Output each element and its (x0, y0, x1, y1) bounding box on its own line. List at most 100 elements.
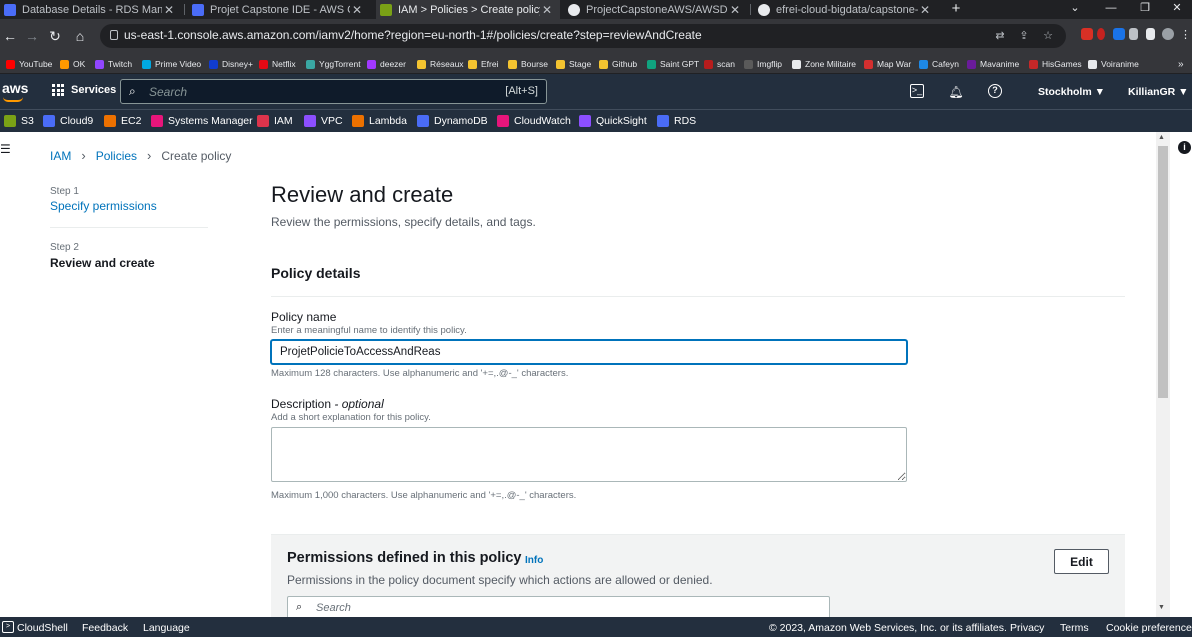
browser-tab[interactable]: Projet Capstone IDE - AWS Clou ✕ (188, 0, 370, 19)
browser-tab[interactable]: efrei-cloud-bigdata/capstone-pr ✕ (754, 0, 938, 19)
step1-link[interactable]: Specify permissions (50, 199, 157, 213)
bookmark-item[interactable]: scan (704, 57, 735, 71)
extensions-puzzle-icon[interactable] (1129, 28, 1138, 40)
more-bookmarks-icon[interactable]: » (1178, 57, 1184, 71)
bookmark-folder[interactable]: Github (599, 57, 637, 71)
share-icon[interactable]: ⇪ (1016, 28, 1032, 44)
extension-icon[interactable] (1097, 28, 1105, 40)
translate-icon[interactable]: ⇄ (992, 28, 1008, 44)
tab-search-icon[interactable]: ⌄ (1058, 0, 1092, 19)
bookmark-folder[interactable]: Efrei (468, 57, 498, 71)
scroll-up-icon[interactable]: ▲ (1158, 134, 1165, 141)
favorite-cloudwatch[interactable]: CloudWatch (497, 114, 571, 128)
minimize-icon[interactable]: — (1094, 0, 1128, 19)
bookmark-item[interactable]: Imgflip (744, 57, 782, 71)
feedback-link[interactable]: Feedback (82, 622, 128, 634)
bookmark-item[interactable]: Voiranime (1088, 57, 1139, 71)
profile-avatar-icon[interactable] (1162, 28, 1174, 40)
scrollbar[interactable]: ▲ ▼ (1156, 132, 1170, 617)
permissions-search-input[interactable]: ⌕ Search (287, 596, 830, 617)
url-field[interactable]: us-east-1.console.aws.amazon.com/iamv2/h… (100, 24, 1066, 48)
search-input[interactable]: ⌕ Search [Alt+S] (120, 79, 547, 104)
help-icon[interactable]: ? (988, 84, 1002, 98)
extension-icon[interactable] (1113, 28, 1125, 40)
iam-favicon-icon (380, 3, 392, 16)
browser-tab[interactable]: ProjectCapstoneAWS/AWSDeplo ✕ (564, 0, 748, 19)
scrollbar-thumb[interactable] (1158, 146, 1168, 398)
favorite-systems-manager[interactable]: Systems Manager (151, 114, 253, 128)
bookmark-item[interactable]: Mavanime (967, 57, 1019, 71)
bookmark-item[interactable]: Disney+ (209, 57, 253, 71)
cloudshell-icon[interactable]: >_ (910, 84, 924, 98)
bookmark-item[interactable]: Twitch (95, 57, 132, 71)
cookie-preferences-link[interactable]: Cookie preferences (1106, 622, 1192, 634)
cloudshell-link[interactable]: CloudShell (17, 622, 68, 634)
bookmark-item[interactable]: HisGames (1029, 57, 1082, 71)
notifications-bell-icon[interactable]: 🔔︎ (948, 84, 964, 100)
bookmark-item[interactable]: Saint GPT (647, 57, 699, 71)
bookmark-folder[interactable]: Réseaux (417, 57, 464, 71)
browser-tab[interactable]: Database Details - RDS Managem ✕ (0, 0, 182, 19)
browser-tab-active[interactable]: IAM > Policies > Create policy ✕ (376, 0, 560, 19)
rds-favicon-icon (4, 3, 16, 16)
favorite-dynamodb[interactable]: DynamoDB (417, 114, 488, 128)
github-favicon-icon (568, 3, 580, 16)
bookmark-item[interactable]: Map War (864, 57, 911, 71)
close-icon[interactable]: ✕ (540, 3, 554, 17)
hamburger-menu-icon[interactable]: ☰ (0, 142, 11, 156)
breadcrumb-policies[interactable]: Policies (96, 149, 137, 163)
cloudshell-icon[interactable]: > (2, 621, 14, 633)
info-link[interactable]: Info (525, 555, 543, 566)
breadcrumb-iam[interactable]: IAM (50, 149, 71, 163)
bookmark-item[interactable]: OK (60, 57, 85, 71)
favorite-cloud9[interactable]: Cloud9 (43, 114, 93, 128)
scroll-down-icon[interactable]: ▼ (1158, 604, 1165, 611)
info-panel-icon[interactable]: i (1178, 141, 1191, 154)
bookmark-item[interactable]: YggTorrent (306, 57, 361, 71)
favorite-s3[interactable]: S3 (4, 114, 34, 128)
edit-button[interactable]: Edit (1054, 549, 1109, 574)
back-icon[interactable]: ← (0, 25, 20, 47)
close-window-icon[interactable]: ✕ (1160, 0, 1192, 19)
bookmark-item[interactable]: Cafeyn (919, 57, 959, 71)
bookmark-item[interactable]: deezer (367, 57, 406, 71)
reload-icon[interactable]: ↻ (45, 25, 65, 47)
favorite-quicksight[interactable]: QuickSight (579, 114, 647, 128)
forward-icon[interactable]: → (22, 25, 42, 47)
sidebar-icon[interactable] (1146, 28, 1155, 40)
close-icon[interactable]: ✕ (350, 3, 364, 17)
page-description: Review the permissions, specify details,… (271, 215, 536, 229)
terms-link[interactable]: Terms (1060, 622, 1089, 634)
ec2-icon (104, 115, 116, 127)
bookmark-folder[interactable]: Bourse (508, 57, 548, 71)
close-icon[interactable]: ✕ (918, 3, 932, 17)
home-icon[interactable]: ⌂ (70, 25, 90, 47)
language-link[interactable]: Language (143, 622, 190, 634)
aws-logo[interactable]: aws (2, 80, 28, 96)
bookmark-item[interactable]: Prime Video (142, 57, 201, 71)
bookmark-label: Prime Video (155, 59, 202, 69)
maximize-icon[interactable]: ❐ (1128, 0, 1162, 19)
bookmark-item[interactable]: YouTube (6, 57, 52, 71)
bookmark-item[interactable]: Zone Militaire (792, 57, 856, 71)
privacy-link[interactable]: Privacy (1010, 622, 1044, 634)
policy-name-input[interactable] (271, 340, 907, 364)
services-menu-button[interactable]: Services (52, 84, 116, 96)
close-icon[interactable]: ✕ (162, 3, 176, 17)
close-icon[interactable]: ✕ (728, 3, 742, 17)
bookmark-star-icon[interactable]: ☆ (1040, 28, 1056, 44)
favorite-rds[interactable]: RDS (657, 114, 696, 128)
bookmark-folder[interactable]: Stage (556, 57, 591, 71)
favorite-lambda[interactable]: Lambda (352, 114, 407, 128)
bookmark-item[interactable]: Netflix (259, 57, 296, 71)
extension-icon[interactable] (1081, 28, 1093, 40)
account-menu[interactable]: KillianGR ▼ (1128, 86, 1189, 98)
favorite-vpc[interactable]: VPC (304, 114, 343, 128)
bookmark-label: Disney+ (222, 59, 253, 69)
favorite-ec2[interactable]: EC2 (104, 114, 141, 128)
menu-kebab-icon[interactable]: ⋮ (1180, 28, 1191, 41)
region-selector[interactable]: Stockholm ▼ (1038, 86, 1105, 98)
favorite-iam[interactable]: IAM (257, 114, 293, 128)
description-textarea[interactable] (271, 427, 907, 482)
new-tab-button[interactable]: + (948, 0, 964, 19)
